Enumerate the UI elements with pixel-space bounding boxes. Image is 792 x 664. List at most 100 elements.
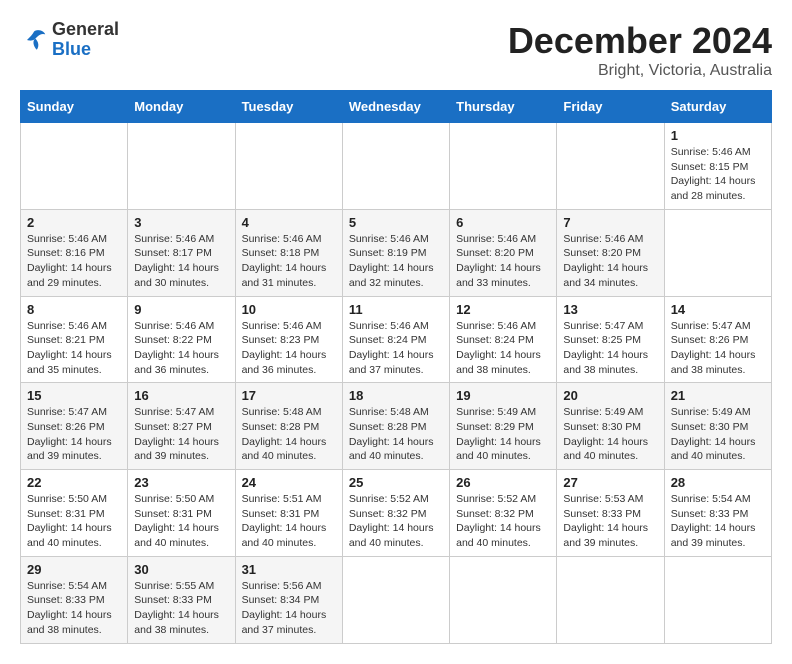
calendar-cell: 13 Sunrise: 5:47 AMSunset: 8:25 PMDaylig… xyxy=(557,296,664,383)
day-info: Sunrise: 5:49 AMSunset: 8:30 PMDaylight:… xyxy=(671,405,765,464)
calendar-cell: 28 Sunrise: 5:54 AMSunset: 8:33 PMDaylig… xyxy=(664,470,771,557)
day-info: Sunrise: 5:46 AMSunset: 8:23 PMDaylight:… xyxy=(242,319,336,378)
calendar-cell: 9 Sunrise: 5:46 AMSunset: 8:22 PMDayligh… xyxy=(128,296,235,383)
calendar-cell: 23 Sunrise: 5:50 AMSunset: 8:31 PMDaylig… xyxy=(128,470,235,557)
calendar-cell: 5 Sunrise: 5:46 AMSunset: 8:19 PMDayligh… xyxy=(342,209,449,296)
header-row: SundayMondayTuesdayWednesdayThursdayFrid… xyxy=(21,91,772,123)
calendar-cell: 2 Sunrise: 5:46 AMSunset: 8:16 PMDayligh… xyxy=(21,209,128,296)
day-header-thursday: Thursday xyxy=(450,91,557,123)
week-row-6: 29 Sunrise: 5:54 AMSunset: 8:33 PMDaylig… xyxy=(21,556,772,643)
day-info: Sunrise: 5:47 AMSunset: 8:25 PMDaylight:… xyxy=(563,319,657,378)
day-number: 9 xyxy=(134,302,228,317)
day-number: 23 xyxy=(134,475,228,490)
day-number: 12 xyxy=(456,302,550,317)
day-number: 26 xyxy=(456,475,550,490)
day-number: 21 xyxy=(671,388,765,403)
calendar-cell: 4 Sunrise: 5:46 AMSunset: 8:18 PMDayligh… xyxy=(235,209,342,296)
day-info: Sunrise: 5:46 AMSunset: 8:16 PMDaylight:… xyxy=(27,232,121,291)
day-number: 8 xyxy=(27,302,121,317)
calendar-cell: 6 Sunrise: 5:46 AMSunset: 8:20 PMDayligh… xyxy=(450,209,557,296)
day-number: 17 xyxy=(242,388,336,403)
logo-text: General Blue xyxy=(52,20,119,60)
calendar-cell xyxy=(450,123,557,210)
day-info: Sunrise: 5:46 AMSunset: 8:17 PMDaylight:… xyxy=(134,232,228,291)
page-header: General Blue December 2024 Bright, Victo… xyxy=(20,20,772,80)
day-number: 2 xyxy=(27,215,121,230)
day-info: Sunrise: 5:49 AMSunset: 8:29 PMDaylight:… xyxy=(456,405,550,464)
calendar-cell: 14 Sunrise: 5:47 AMSunset: 8:26 PMDaylig… xyxy=(664,296,771,383)
day-info: Sunrise: 5:46 AMSunset: 8:20 PMDaylight:… xyxy=(563,232,657,291)
logo: General Blue xyxy=(20,20,119,60)
day-info: Sunrise: 5:47 AMSunset: 8:27 PMDaylight:… xyxy=(134,405,228,464)
day-number: 10 xyxy=(242,302,336,317)
location-title: Bright, Victoria, Australia xyxy=(508,62,772,80)
calendar-cell xyxy=(450,556,557,643)
day-number: 31 xyxy=(242,562,336,577)
calendar-cell xyxy=(664,556,771,643)
calendar-cell xyxy=(557,123,664,210)
day-info: Sunrise: 5:46 AMSunset: 8:24 PMDaylight:… xyxy=(349,319,443,378)
day-info: Sunrise: 5:46 AMSunset: 8:19 PMDaylight:… xyxy=(349,232,443,291)
calendar-cell: 12 Sunrise: 5:46 AMSunset: 8:24 PMDaylig… xyxy=(450,296,557,383)
calendar-cell: 21 Sunrise: 5:49 AMSunset: 8:30 PMDaylig… xyxy=(664,383,771,470)
calendar-cell xyxy=(342,123,449,210)
day-number: 19 xyxy=(456,388,550,403)
day-number: 25 xyxy=(349,475,443,490)
day-info: Sunrise: 5:47 AMSunset: 8:26 PMDaylight:… xyxy=(671,319,765,378)
day-info: Sunrise: 5:50 AMSunset: 8:31 PMDaylight:… xyxy=(134,492,228,551)
day-info: Sunrise: 5:56 AMSunset: 8:34 PMDaylight:… xyxy=(242,579,336,638)
day-header-tuesday: Tuesday xyxy=(235,91,342,123)
calendar-cell xyxy=(21,123,128,210)
calendar-cell: 10 Sunrise: 5:46 AMSunset: 8:23 PMDaylig… xyxy=(235,296,342,383)
day-info: Sunrise: 5:54 AMSunset: 8:33 PMDaylight:… xyxy=(671,492,765,551)
day-number: 1 xyxy=(671,128,765,143)
day-info: Sunrise: 5:46 AMSunset: 8:15 PMDaylight:… xyxy=(671,145,765,204)
day-info: Sunrise: 5:53 AMSunset: 8:33 PMDaylight:… xyxy=(563,492,657,551)
day-number: 4 xyxy=(242,215,336,230)
calendar-header: SundayMondayTuesdayWednesdayThursdayFrid… xyxy=(21,91,772,123)
day-info: Sunrise: 5:48 AMSunset: 8:28 PMDaylight:… xyxy=(349,405,443,464)
day-info: Sunrise: 5:46 AMSunset: 8:18 PMDaylight:… xyxy=(242,232,336,291)
calendar-cell: 11 Sunrise: 5:46 AMSunset: 8:24 PMDaylig… xyxy=(342,296,449,383)
day-number: 27 xyxy=(563,475,657,490)
day-number: 3 xyxy=(134,215,228,230)
day-info: Sunrise: 5:46 AMSunset: 8:22 PMDaylight:… xyxy=(134,319,228,378)
calendar-cell: 18 Sunrise: 5:48 AMSunset: 8:28 PMDaylig… xyxy=(342,383,449,470)
day-number: 18 xyxy=(349,388,443,403)
day-number: 14 xyxy=(671,302,765,317)
week-row-3: 8 Sunrise: 5:46 AMSunset: 8:21 PMDayligh… xyxy=(21,296,772,383)
day-info: Sunrise: 5:46 AMSunset: 8:21 PMDaylight:… xyxy=(27,319,121,378)
calendar-cell: 22 Sunrise: 5:50 AMSunset: 8:31 PMDaylig… xyxy=(21,470,128,557)
day-number: 11 xyxy=(349,302,443,317)
calendar-cell xyxy=(342,556,449,643)
day-number: 16 xyxy=(134,388,228,403)
day-header-monday: Monday xyxy=(128,91,235,123)
calendar-cell: 3 Sunrise: 5:46 AMSunset: 8:17 PMDayligh… xyxy=(128,209,235,296)
calendar-cell: 30 Sunrise: 5:55 AMSunset: 8:33 PMDaylig… xyxy=(128,556,235,643)
calendar-cell: 1 Sunrise: 5:46 AMSunset: 8:15 PMDayligh… xyxy=(664,123,771,210)
week-row-5: 22 Sunrise: 5:50 AMSunset: 8:31 PMDaylig… xyxy=(21,470,772,557)
calendar-cell: 15 Sunrise: 5:47 AMSunset: 8:26 PMDaylig… xyxy=(21,383,128,470)
day-info: Sunrise: 5:55 AMSunset: 8:33 PMDaylight:… xyxy=(134,579,228,638)
day-number: 6 xyxy=(456,215,550,230)
day-number: 22 xyxy=(27,475,121,490)
day-number: 15 xyxy=(27,388,121,403)
month-title: December 2024 xyxy=(508,20,772,62)
day-header-wednesday: Wednesday xyxy=(342,91,449,123)
calendar-cell: 8 Sunrise: 5:46 AMSunset: 8:21 PMDayligh… xyxy=(21,296,128,383)
day-info: Sunrise: 5:47 AMSunset: 8:26 PMDaylight:… xyxy=(27,405,121,464)
week-row-2: 2 Sunrise: 5:46 AMSunset: 8:16 PMDayligh… xyxy=(21,209,772,296)
calendar-cell: 31 Sunrise: 5:56 AMSunset: 8:34 PMDaylig… xyxy=(235,556,342,643)
day-number: 5 xyxy=(349,215,443,230)
day-info: Sunrise: 5:54 AMSunset: 8:33 PMDaylight:… xyxy=(27,579,121,638)
week-row-1: 1 Sunrise: 5:46 AMSunset: 8:15 PMDayligh… xyxy=(21,123,772,210)
day-number: 7 xyxy=(563,215,657,230)
day-info: Sunrise: 5:48 AMSunset: 8:28 PMDaylight:… xyxy=(242,405,336,464)
calendar-cell: 25 Sunrise: 5:52 AMSunset: 8:32 PMDaylig… xyxy=(342,470,449,557)
title-block: December 2024 Bright, Victoria, Australi… xyxy=(508,20,772,80)
day-info: Sunrise: 5:46 AMSunset: 8:20 PMDaylight:… xyxy=(456,232,550,291)
day-header-friday: Friday xyxy=(557,91,664,123)
calendar-cell xyxy=(557,556,664,643)
day-header-saturday: Saturday xyxy=(664,91,771,123)
calendar-cell: 27 Sunrise: 5:53 AMSunset: 8:33 PMDaylig… xyxy=(557,470,664,557)
